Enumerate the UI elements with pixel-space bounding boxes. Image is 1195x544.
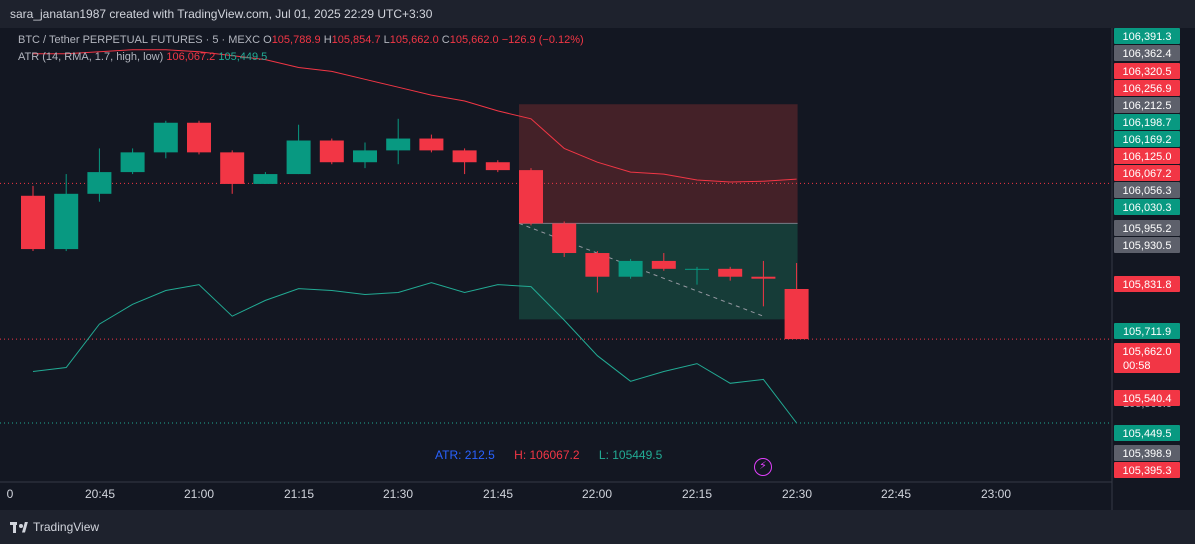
- high-label: H: [323, 34, 332, 46]
- candle-body[interactable]: [519, 170, 543, 224]
- price-badge-label: 106,125.0: [1123, 151, 1172, 163]
- candle-body[interactable]: [485, 162, 510, 171]
- price-badge-label: 106,391.3: [1123, 31, 1172, 43]
- candle-body[interactable]: [718, 268, 743, 277]
- x-tick-label: 22:15: [682, 487, 712, 501]
- x-tick-label: 21:30: [383, 487, 413, 501]
- x-tick-label: 22:45: [881, 487, 911, 501]
- price-badge-label: 105,540.4: [1123, 393, 1172, 405]
- price-badge-label: 106,056.3: [1123, 185, 1172, 197]
- candle-body[interactable]: [419, 138, 444, 151]
- bar-countdown-label: 00:58: [1123, 360, 1151, 372]
- price-badge-label: 105,711.9: [1123, 326, 1171, 338]
- atr-indicator-label[interactable]: ATR (14, RMA, 1.7, high, low): [18, 51, 163, 63]
- candle-body[interactable]: [220, 152, 245, 184]
- change-value: −126.9 (−0.12%): [501, 34, 584, 46]
- low-value: 105,662.0: [389, 34, 439, 46]
- x-tick-label: 20:45: [85, 487, 115, 501]
- lightning-icon[interactable]: ⚡: [754, 458, 772, 476]
- candle-body[interactable]: [353, 150, 377, 163]
- symbol-title[interactable]: BTC / Tether PERPETUAL FUTURES · 5 · MEX…: [18, 34, 260, 46]
- price-badge-label: 105,930.5: [1123, 240, 1172, 252]
- atr-upper-value: 106,067.2: [166, 51, 216, 63]
- price-badge-label: 106,067.2: [1123, 168, 1172, 180]
- candle-body[interactable]: [21, 195, 45, 250]
- price-badge-label: 105,398.9: [1123, 448, 1172, 460]
- candle-body[interactable]: [153, 122, 178, 153]
- close-label: C: [441, 34, 450, 46]
- candle-body[interactable]: [187, 122, 211, 153]
- x-tick-label: 21:00: [184, 487, 214, 501]
- candle-body[interactable]: [585, 253, 610, 277]
- price-badge-label: 106,362.4: [1123, 48, 1172, 60]
- price-badge-label: 106,256.9: [1123, 83, 1172, 95]
- candle-body[interactable]: [319, 140, 344, 163]
- x-tick-label: 21:15: [284, 487, 314, 501]
- price-badge-label: 106,030.3: [1123, 202, 1172, 214]
- price-badge-label: 106,169.2: [1123, 134, 1172, 146]
- price-badge-label: 105,955.2: [1123, 223, 1172, 235]
- x-tick-label: 22:00: [582, 487, 612, 501]
- atr-readout: ATR: 212.5 H: 106067.2 L: 105449.5: [435, 448, 662, 462]
- candle-body[interactable]: [618, 260, 643, 277]
- x-tick-label: 22:30: [782, 487, 812, 501]
- tradingview-logo[interactable]: TradingView: [10, 520, 99, 534]
- open-value: 105,788.9: [271, 34, 321, 46]
- candle-body[interactable]: [120, 152, 145, 173]
- x-tick-label: 21:45: [483, 487, 513, 501]
- atr-readout-value: ATR: 212.5: [435, 448, 495, 462]
- candle-body[interactable]: [386, 138, 411, 151]
- atr-lower-value: 105,449.5: [218, 51, 268, 63]
- candle-body[interactable]: [651, 260, 676, 269]
- close-value: 105,662.0: [449, 34, 499, 46]
- price-chart[interactable]: 106,000.0105,900.0105,800.0105,600.0105,…: [0, 0, 1195, 544]
- candle-body[interactable]: [784, 288, 809, 340]
- candle-body[interactable]: [253, 174, 278, 184]
- atr-readout-high: H: 106067.2: [514, 448, 580, 462]
- price-badge-label: 106,320.5: [1123, 66, 1172, 78]
- symbol-legend: BTC / Tether PERPETUAL FUTURES · 5 · MEX…: [18, 34, 584, 46]
- price-badge-label: 105,831.8: [1123, 279, 1172, 291]
- candle-body[interactable]: [552, 223, 577, 254]
- price-badge-label: 106,198.7: [1123, 117, 1172, 129]
- footer-bar: [0, 510, 1195, 544]
- atr-readout-low: L: 105449.5: [598, 448, 663, 462]
- price-badge-label: 105,662.0: [1123, 346, 1172, 358]
- price-badge-label: 106,212.5: [1123, 100, 1172, 112]
- candle-body[interactable]: [751, 276, 776, 279]
- candle-body[interactable]: [87, 172, 112, 194]
- candle-body[interactable]: [452, 150, 477, 163]
- candle-body[interactable]: [685, 268, 709, 270]
- price-badge-label: 105,449.5: [1123, 428, 1172, 440]
- candle-body[interactable]: [286, 140, 311, 175]
- high-value: 105,854.7: [331, 34, 381, 46]
- tradingview-logo-icon: [10, 521, 28, 533]
- indicator-legend: ATR (14, RMA, 1.7, high, low) 106,067.2 …: [18, 51, 267, 63]
- open-label: O: [263, 34, 272, 46]
- stop-loss-zone[interactable]: [519, 104, 798, 224]
- candle-body[interactable]: [54, 193, 79, 250]
- x-tick-label: 0: [7, 487, 14, 501]
- x-tick-label: 23:00: [981, 487, 1011, 501]
- price-badge-label: 105,395.3: [1123, 465, 1172, 477]
- tradingview-brand: TradingView: [33, 520, 100, 534]
